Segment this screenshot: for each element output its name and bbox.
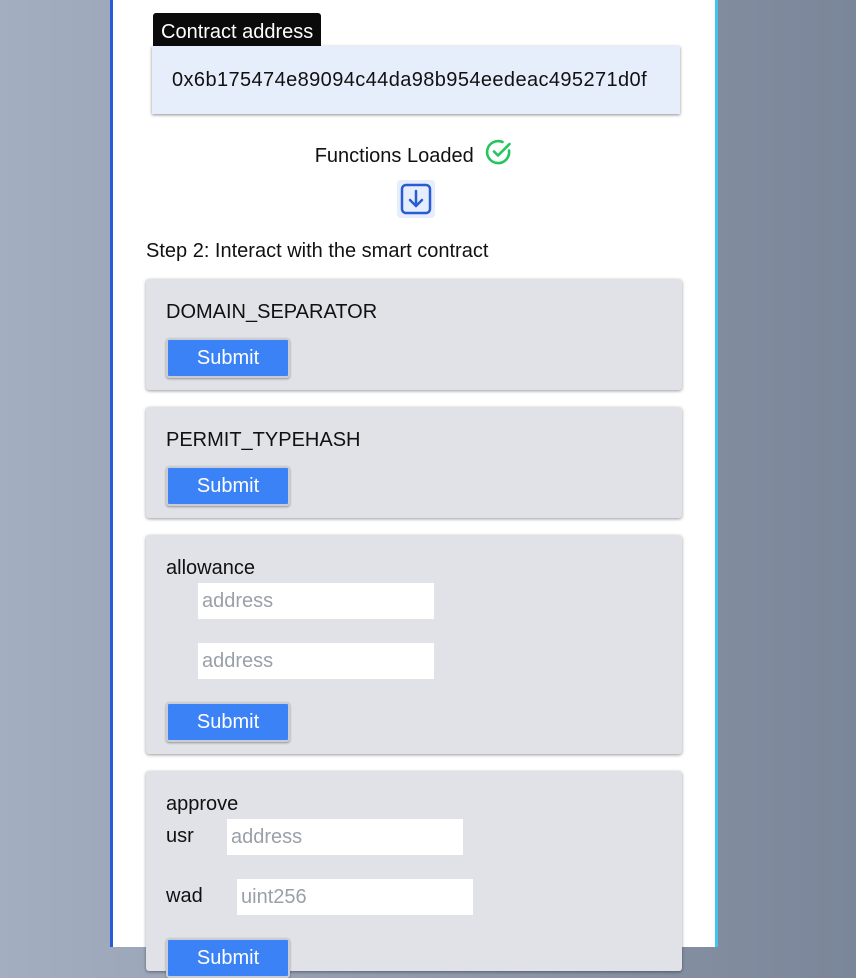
submit-button[interactable]: Submit [166, 338, 290, 378]
function-card-domain-separator: DOMAIN_SEPARATOR Submit [146, 279, 682, 390]
wad-input[interactable]: uint256 [237, 879, 473, 915]
function-name: approve [166, 793, 239, 815]
arrow-down-box-icon [400, 183, 432, 215]
submit-button[interactable]: Submit [166, 938, 290, 978]
contract-address-label: Contract address [153, 13, 322, 46]
param-label-usr: usr [166, 825, 194, 847]
function-name: DOMAIN_SEPARATOR [166, 301, 378, 323]
submit-button[interactable]: Submit [166, 466, 290, 506]
contract-address-input[interactable]: 0x6b175474e89094c44da98b954eedeac495271d… [152, 46, 680, 114]
function-card-approve: approve usr address wad uint256 Submit [146, 771, 682, 978]
check-circle-icon [485, 138, 513, 175]
functions-loaded-status: Functions Loaded [113, 138, 715, 168]
usr-input[interactable]: address [227, 819, 463, 855]
function-card-allowance: allowance address address Submit [146, 535, 682, 754]
submit-button[interactable]: Submit [166, 702, 290, 742]
function-card-permit-typehash: PERMIT_TYPEHASH Submit [146, 407, 682, 518]
param-input[interactable]: address [198, 583, 434, 619]
param-input[interactable]: address [198, 643, 434, 679]
param-label-wad: wad [166, 885, 203, 907]
main-panel: Contract address 0x6b175474e89094c44da98… [110, 0, 718, 978]
function-name: PERMIT_TYPEHASH [166, 429, 361, 451]
step2-heading: Step 2: Interact with the smart contract [146, 240, 489, 262]
scroll-down-button[interactable] [397, 180, 435, 218]
function-name: allowance [166, 557, 255, 579]
functions-loaded-text: Functions Loaded [314, 144, 474, 167]
